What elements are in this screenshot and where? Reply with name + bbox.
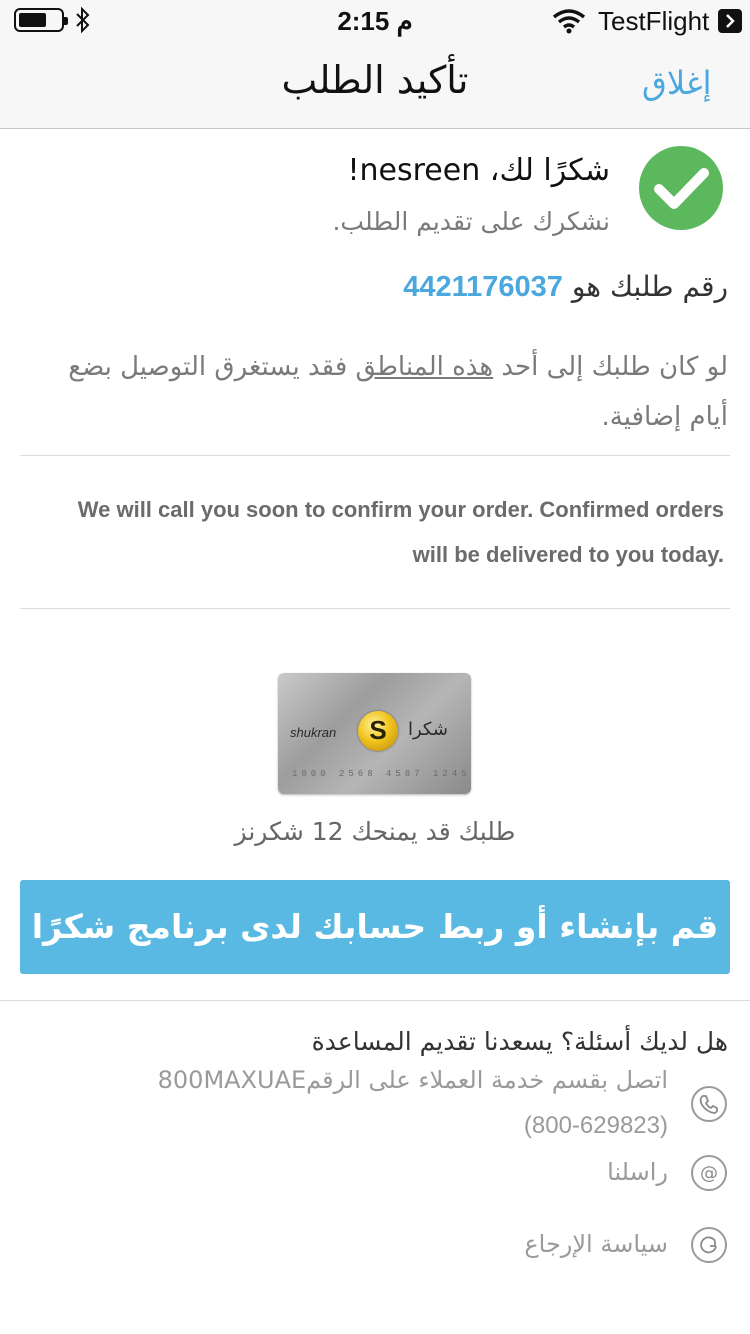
phone-number[interactable]: (800-629823) (524, 1112, 668, 1140)
card-brand-en: shukran (290, 725, 337, 740)
order-number: 4421176037 (403, 271, 563, 303)
shukran-coin-logo: S (358, 711, 398, 751)
card-number: 1800 2568 4587 1245 (292, 769, 471, 779)
link-shukran-account-button[interactable]: قم بإنشاء أو ربط حسابك لدى برنامج شكرًا … (20, 880, 730, 1040)
divider (20, 455, 730, 456)
contact-us-link[interactable]: راسلنا (607, 1158, 668, 1186)
help-title: هل لديك أسئلة؟ يسعدنا تقديم المساعدة (311, 1027, 728, 1056)
order-number-label: رقم طلبك هو (571, 270, 728, 303)
shukran-card-image: shukran S شكرا 1800 2568 4587 1245 (278, 673, 471, 794)
close-button[interactable]: إغلاق (642, 64, 712, 102)
confirmation-call-note: We will call you soon to confirm your or… (77, 497, 724, 567)
thanks-subtitle: نشكرك على تقديم الطلب. (332, 207, 610, 236)
phone-help-label[interactable]: اتصل بقسم خدمة العملاء على الرقم800MAXUA… (158, 1066, 668, 1094)
back-to-app-icon[interactable] (718, 9, 742, 33)
email-icon[interactable]: @ (691, 1155, 727, 1191)
points-caption: طلبك قد يمنحك 12 شكرنز (234, 817, 516, 846)
returns-icon[interactable] (691, 1227, 727, 1263)
return-policy-link[interactable]: سياسة الإرجاع (524, 1230, 668, 1258)
divider (0, 1000, 750, 1001)
divider (20, 608, 730, 609)
status-bar: 2:15 م TestFlight (0, 0, 750, 40)
order-number-line: رقم طلبك هو 4421176037 (403, 270, 728, 304)
page-title: تأكيد الطلب (281, 58, 469, 102)
success-check-icon (639, 146, 723, 230)
status-carrier: TestFlight (598, 6, 710, 36)
areas-link[interactable]: هذه المناطق (356, 352, 494, 382)
nav-bar: تأكيد الطلب إغلاق (0, 40, 750, 129)
svg-text:@: @ (700, 1163, 718, 1184)
wifi-icon (552, 9, 586, 34)
thanks-title: شكرًا لك، nesreen! (347, 153, 610, 188)
delivery-note-text-start: لو كان طلبك إلى أحد (501, 352, 728, 382)
card-brand-ar: شكرا (408, 719, 448, 740)
card-letter: S (369, 715, 387, 745)
phone-icon[interactable] (691, 1086, 727, 1122)
delivery-note: لو كان طلبك إلى أحد هذه المناطق فقد يستغ… (22, 342, 728, 442)
